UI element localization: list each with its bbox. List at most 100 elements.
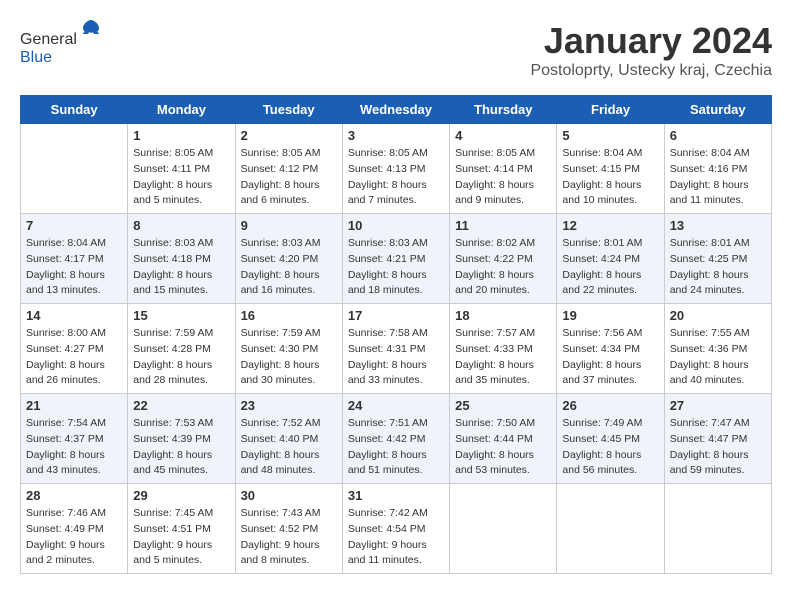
day-info: Sunrise: 8:05 AMSunset: 4:11 PMDaylight:… [133, 146, 229, 209]
day-info-line: Sunset: 4:49 PM [26, 522, 122, 538]
day-number: 9 [241, 218, 337, 233]
day-info-line: Sunrise: 7:58 AM [348, 326, 444, 342]
day-info-line: Sunrise: 8:05 AM [348, 146, 444, 162]
day-number: 3 [348, 128, 444, 143]
day-info: Sunrise: 7:57 AMSunset: 4:33 PMDaylight:… [455, 326, 551, 389]
logo-bird-icon [79, 18, 103, 42]
day-info-line: Sunrise: 7:53 AM [133, 416, 229, 432]
day-info: Sunrise: 7:42 AMSunset: 4:54 PMDaylight:… [348, 506, 444, 569]
day-info: Sunrise: 8:03 AMSunset: 4:20 PMDaylight:… [241, 236, 337, 299]
day-info-line: Daylight: 8 hours [562, 178, 658, 194]
calendar-cell: 5 Sunrise: 8:04 AMSunset: 4:15 PMDaylight… [557, 124, 664, 214]
day-info: Sunrise: 8:03 AMSunset: 4:21 PMDaylight:… [348, 236, 444, 299]
calendar-cell: 24Sunrise: 7:51 AMSunset: 4:42 PMDayligh… [342, 394, 449, 484]
calendar-cell: 27Sunrise: 7:47 AMSunset: 4:47 PMDayligh… [664, 394, 771, 484]
day-info: Sunrise: 8:05 AMSunset: 4:12 PMDaylight:… [241, 146, 337, 209]
day-info-line: Sunset: 4:13 PM [348, 162, 444, 178]
day-info-line: Sunrise: 7:59 AM [133, 326, 229, 342]
day-header-saturday: Saturday [664, 96, 771, 124]
day-info-line: Daylight: 8 hours [348, 268, 444, 284]
day-info-line: and 8 minutes. [241, 553, 337, 569]
day-info-line: Daylight: 8 hours [241, 268, 337, 284]
calendar-cell [21, 124, 128, 214]
day-info-line: Sunrise: 8:00 AM [26, 326, 122, 342]
day-number: 18 [455, 308, 551, 323]
day-info-line: and 5 minutes. [133, 553, 229, 569]
day-number: 6 [670, 128, 766, 143]
day-header-thursday: Thursday [450, 96, 557, 124]
calendar-cell [450, 484, 557, 574]
day-number: 24 [348, 398, 444, 413]
day-number: 23 [241, 398, 337, 413]
day-number: 2 [241, 128, 337, 143]
day-info-line: Sunrise: 8:05 AM [455, 146, 551, 162]
day-info-line: and 5 minutes. [133, 193, 229, 209]
day-number: 5 [562, 128, 658, 143]
day-number: 13 [670, 218, 766, 233]
calendar-table: SundayMondayTuesdayWednesdayThursdayFrid… [20, 95, 772, 574]
day-info-line: Sunset: 4:31 PM [348, 342, 444, 358]
calendar-cell: 10Sunrise: 8:03 AMSunset: 4:21 PMDayligh… [342, 214, 449, 304]
day-info: Sunrise: 7:58 AMSunset: 4:31 PMDaylight:… [348, 326, 444, 389]
day-info-line: Sunset: 4:11 PM [133, 162, 229, 178]
day-info: Sunrise: 8:03 AMSunset: 4:18 PMDaylight:… [133, 236, 229, 299]
day-info-line: Daylight: 8 hours [670, 448, 766, 464]
day-info-line: and 48 minutes. [241, 463, 337, 479]
day-info-line: Daylight: 8 hours [455, 268, 551, 284]
calendar-cell: 16Sunrise: 7:59 AMSunset: 4:30 PMDayligh… [235, 304, 342, 394]
calendar-cell: 8Sunrise: 8:03 AMSunset: 4:18 PMDaylight… [128, 214, 235, 304]
day-info-line: and 37 minutes. [562, 373, 658, 389]
day-info-line: Sunset: 4:16 PM [670, 162, 766, 178]
day-info-line: Daylight: 8 hours [562, 268, 658, 284]
day-info-line: Daylight: 8 hours [26, 268, 122, 284]
day-number: 1 [133, 128, 229, 143]
day-info-line: Sunrise: 7:47 AM [670, 416, 766, 432]
calendar-week-row: 28Sunrise: 7:46 AMSunset: 4:49 PMDayligh… [21, 484, 772, 574]
day-info-line: Sunrise: 7:54 AM [26, 416, 122, 432]
day-number: 30 [241, 488, 337, 503]
day-info-line: Sunrise: 8:05 AM [241, 146, 337, 162]
day-info: Sunrise: 7:52 AMSunset: 4:40 PMDaylight:… [241, 416, 337, 479]
day-number: 21 [26, 398, 122, 413]
day-info-line: Sunrise: 8:05 AM [133, 146, 229, 162]
day-number: 19 [562, 308, 658, 323]
calendar-cell: 19Sunrise: 7:56 AMSunset: 4:34 PMDayligh… [557, 304, 664, 394]
day-info-line: and 11 minutes. [670, 193, 766, 209]
day-info-line: and 16 minutes. [241, 283, 337, 299]
day-info-line: Sunrise: 8:01 AM [670, 236, 766, 252]
day-number: 14 [26, 308, 122, 323]
day-info-line: Daylight: 8 hours [455, 358, 551, 374]
day-info-line: and 56 minutes. [562, 463, 658, 479]
day-info: Sunrise: 8:05 AMSunset: 4:13 PMDaylight:… [348, 146, 444, 209]
calendar-cell: 7Sunrise: 8:04 AMSunset: 4:17 PMDaylight… [21, 214, 128, 304]
calendar-cell: 30Sunrise: 7:43 AMSunset: 4:52 PMDayligh… [235, 484, 342, 574]
day-number: 7 [26, 218, 122, 233]
calendar-cell: 13Sunrise: 8:01 AMSunset: 4:25 PMDayligh… [664, 214, 771, 304]
day-number: 31 [348, 488, 444, 503]
day-info-line: and 59 minutes. [670, 463, 766, 479]
calendar-cell: 22Sunrise: 7:53 AMSunset: 4:39 PMDayligh… [128, 394, 235, 484]
day-header-tuesday: Tuesday [235, 96, 342, 124]
day-info-line: Sunrise: 7:46 AM [26, 506, 122, 522]
day-info: Sunrise: 7:46 AMSunset: 4:49 PMDaylight:… [26, 506, 122, 569]
day-info-line: Daylight: 8 hours [26, 358, 122, 374]
day-info-line: Sunset: 4:27 PM [26, 342, 122, 358]
logo-text: General Blue [20, 20, 103, 67]
day-info-line: Sunrise: 8:04 AM [670, 146, 766, 162]
day-info-line: Sunset: 4:24 PM [562, 252, 658, 268]
calendar-cell: 9 Sunrise: 8:03 AMSunset: 4:20 PMDaylight… [235, 214, 342, 304]
day-info: Sunrise: 7:59 AMSunset: 4:30 PMDaylight:… [241, 326, 337, 389]
calendar-cell: 21Sunrise: 7:54 AMSunset: 4:37 PMDayligh… [21, 394, 128, 484]
page-header: General Blue January 2024 Postoloprty, U… [20, 20, 772, 80]
day-info-line: Sunset: 4:37 PM [26, 432, 122, 448]
day-info-line: Daylight: 9 hours [348, 538, 444, 554]
day-info-line: Sunset: 4:42 PM [348, 432, 444, 448]
day-info-line: and 33 minutes. [348, 373, 444, 389]
day-info: Sunrise: 7:45 AMSunset: 4:51 PMDaylight:… [133, 506, 229, 569]
day-info: Sunrise: 7:55 AMSunset: 4:36 PMDaylight:… [670, 326, 766, 389]
calendar-week-row: 1Sunrise: 8:05 AMSunset: 4:11 PMDaylight… [21, 124, 772, 214]
day-info-line: Sunset: 4:17 PM [26, 252, 122, 268]
day-info-line: Sunrise: 7:43 AM [241, 506, 337, 522]
day-info-line: Daylight: 9 hours [241, 538, 337, 554]
day-info: Sunrise: 8:04 AMSunset: 4:15 PMDaylight:… [562, 146, 658, 209]
